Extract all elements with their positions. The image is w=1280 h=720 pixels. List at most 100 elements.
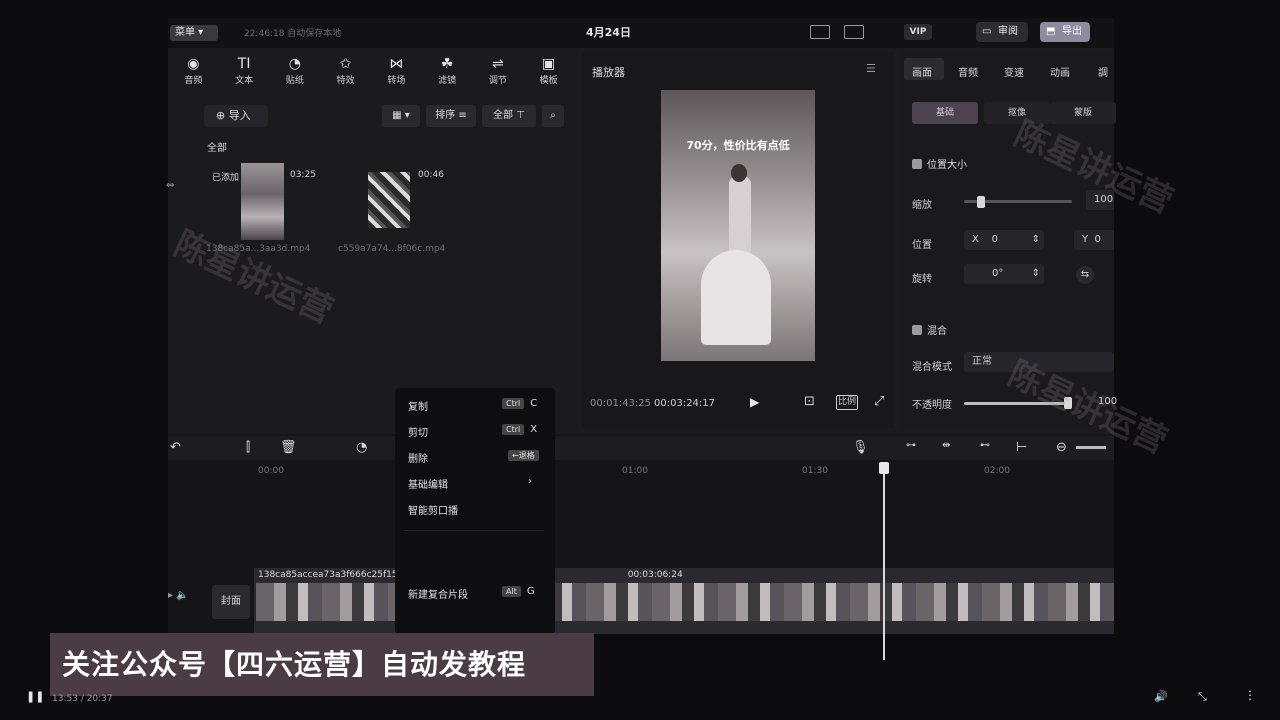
snap-icon[interactable]: ⇹ [942,440,950,451]
media-thumbnail[interactable] [368,172,410,228]
tab-picture[interactable]: 画面 [912,64,932,79]
volume-icon[interactable]: 🔊 [1154,690,1168,703]
shortcut-key: ←退格 [508,450,539,461]
video-preview[interactable]: 70分，性价比有点低 [661,90,815,361]
media-thumbnail[interactable] [241,163,284,240]
menu-item-new-compound-clip[interactable]: 新建复合片段 [408,586,468,601]
layout-icon[interactable] [844,25,864,39]
blend-section[interactable]: 混合 [912,322,947,337]
tool-effect[interactable]: ✩ 特效 [323,55,369,86]
preview-axis-icon[interactable]: ⊷ [980,440,990,451]
menu-item-smart-cut[interactable]: 智能剪口播 [408,502,458,517]
ruler-tick: 01:00 [622,466,648,476]
tool-text[interactable]: TI 文本 [221,55,267,86]
menu-item-copy[interactable]: 复制 [408,398,428,413]
tool-template[interactable]: ▣ 模板 [526,55,572,86]
position-size-section[interactable]: 位置大小 [912,156,967,171]
view-mode-dropdown[interactable]: ▦ ▾ [382,105,420,127]
record-icon[interactable]: ◔ [356,440,367,455]
split-view-icon[interactable]: ⊢ [1016,440,1027,455]
menu-item-label: 复制 [408,402,428,413]
play-button[interactable]: ▶ [750,395,759,409]
menu-item-cut[interactable]: 剪切 [408,424,428,439]
undo-icon[interactable]: ↶ [170,440,181,455]
video-caption: 70分，性价比有点低 [686,139,790,152]
export-icon: ⬒ [1046,26,1056,37]
import-button[interactable]: ⊕ 导入 [204,105,268,127]
delete-icon[interactable]: 🗑 [280,440,297,455]
ratio-button[interactable]: 比例 [836,395,858,410]
video-subject-head [731,164,747,182]
shortcut-cut: Ctrl X [502,424,537,435]
stepper-icon: ⇕ [1031,268,1040,279]
menu-item-label: 智能剪口播 [408,506,458,517]
zoom-slider[interactable] [1076,446,1106,449]
rotation-label: 旋转 [912,274,932,285]
current-time: 00:01:43:25 [590,398,652,409]
filter-label: 全部 [493,110,514,121]
video-controls-bar [0,688,1280,720]
tool-transition[interactable]: ⋈ 转场 [373,55,419,86]
rotation-value: 0° [992,268,1004,279]
adjust-icon: ⇌ [492,55,504,72]
rotation-field[interactable]: 0° ⇕ [964,264,1044,284]
grid-icon: ▦ ▾ [392,110,410,121]
export-label: 导出 [1062,26,1082,37]
filter-button[interactable]: 全部 ⊤ [482,105,536,127]
subtab-basic[interactable]: 基础 [912,102,978,124]
review-button[interactable]: ▭ 审阅 [976,22,1028,42]
zoom-out-icon[interactable]: ⊖ [1056,440,1067,455]
menu-divider [404,530,544,531]
menu-item-delete[interactable]: 删除 [408,450,428,465]
tool-audio[interactable]: ◉ 音频 [170,55,216,86]
split-icon[interactable]: ⫿ [246,440,250,455]
export-button[interactable]: ⬒ 导出 [1040,22,1090,42]
player-menu-icon[interactable]: ☰ [866,62,876,75]
shortcut-key: Alt [502,586,521,597]
cover-button[interactable]: 封面 [212,585,250,619]
import-label: 导入 [228,109,251,122]
tab-animation[interactable]: 动画 [1050,64,1070,79]
link-icon[interactable]: ⊶ [906,440,916,451]
checkbox-icon [912,159,922,169]
mute-track-icon[interactable]: ▸ 🔈 [168,590,189,601]
pause-icon[interactable]: ❚❚ [26,690,44,703]
promo-banner: 关注公众号【四六运营】自动发教程 [50,633,594,696]
fullscreen-icon[interactable]: ⤢ [874,394,884,409]
vip-badge[interactable]: VIP [904,24,932,40]
text-icon: TI [237,55,251,72]
menu-button[interactable]: 菜单 ▾ [170,25,218,41]
tool-label: 滤镜 [438,75,457,86]
collapse-sidebar-icon[interactable]: ⇔ [166,180,174,191]
tab-audio[interactable]: 音频 [958,64,978,79]
fullscreen-toggle-icon[interactable]: ⤡ [1198,690,1207,704]
fit-icon[interactable]: ⊡ [804,394,815,409]
shortcut-copy: Ctrl C [502,398,537,409]
scale-slider-knob[interactable] [976,196,985,208]
microphone-icon[interactable]: 🎙 [852,440,869,455]
flip-icon[interactable]: ⇆ [1076,266,1094,284]
audio-icon: ◉ [187,55,200,72]
shortcut-icon[interactable] [810,25,830,39]
tool-filter[interactable]: ☘ 滤镜 [424,55,470,86]
tool-sticker[interactable]: ◔ 贴纸 [272,55,318,86]
sort-label: 排序 [435,110,456,121]
tool-label: 特效 [336,75,355,86]
tab-adjust[interactable]: 調 [1098,64,1108,79]
more-options-icon[interactable]: ⋮ [1244,688,1256,702]
clip-header[interactable]: 138ca85accea73a3f666c25f151aa3d.mp4 00:0… [254,568,1114,582]
video-clip[interactable] [256,583,1114,621]
timeline-toolbar [168,436,1114,460]
menu-item-basic-edit[interactable]: 基础编辑 [408,476,448,491]
tool-adjust[interactable]: ⇌ 调节 [475,55,521,86]
playhead[interactable] [883,462,885,660]
position-x-field[interactable]: X 0 ⇕ [964,230,1044,250]
x-value: 0 [991,234,998,245]
search-button[interactable]: ⌕ [542,105,564,127]
tab-speed[interactable]: 变速 [1004,64,1024,79]
sort-button[interactable]: 排序 ≡ [426,105,476,127]
blend-mode-label: 混合模式 [912,362,952,373]
scale-label: 缩放 [912,200,932,211]
playhead-handle[interactable] [879,462,889,474]
position-y-field[interactable]: Y 0 [1074,230,1114,250]
